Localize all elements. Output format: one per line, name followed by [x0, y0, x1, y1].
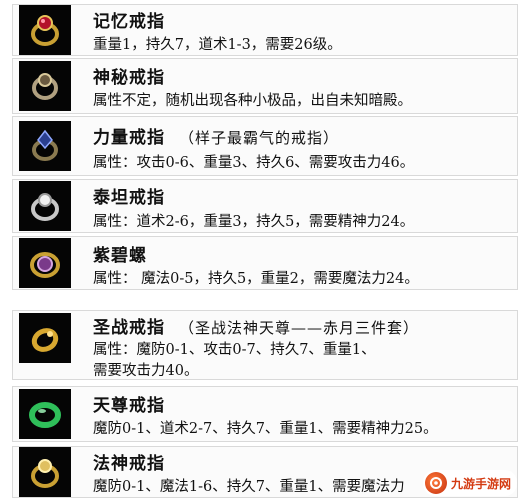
gold-ruby-ring-icon — [19, 5, 71, 55]
item-stats: 属性：攻击0-6、重量3、持久6、需要攻击力46。 — [93, 155, 415, 171]
titan-ring-icon — [19, 181, 71, 231]
watermark: 九游手游网 — [422, 470, 517, 496]
list-item: 天尊戒指 魔防0-1、道术2-7、持久7、重量1、需要精神力25。 — [12, 386, 518, 442]
list-item: 泰坦戒指 属性：道术2-6，重量3，持久5，需要精神力24。 — [12, 179, 518, 233]
item-title-text: 记忆戒指 — [93, 12, 165, 32]
item-stats-continued: 需要攻击力40。 — [93, 363, 199, 379]
item-note: （样子最霸气的戒指） — [179, 129, 340, 147]
item-stats: 魔防0-1、道术2-7、持久7、重量1、需要精神力25。 — [93, 421, 438, 437]
item-stats: 重量1，持久7，道术1-3，需要26级。 — [93, 37, 342, 53]
item-title-text: 天尊戒指 — [93, 396, 165, 416]
item-title: 神秘戒指 — [93, 63, 165, 88]
mage-god-ring-icon — [19, 447, 71, 497]
item-title-text: 泰坦戒指 — [93, 188, 165, 208]
list-item: 力量戒指 （样子最霸气的戒指） 属性：攻击0-6、重量3、持久6、需要攻击力46。 — [12, 116, 518, 176]
green-jade-ring-icon — [19, 389, 71, 439]
item-stats: 属性不定，随机出现各种小极品，出自未知暗殿。 — [93, 93, 412, 109]
ring-list-page: 记忆戒指 重量1，持久7，道术1-3，需要26级。 神秘戒指 属性不定，随机出现… — [0, 0, 525, 500]
item-stats: 属性：魔防0-1、攻击0-7、持久7、重量1、 — [93, 342, 376, 358]
item-title-text: 力量戒指 — [93, 128, 165, 148]
item-title: 记忆戒指 — [93, 7, 165, 32]
holy-war-ring-icon — [19, 313, 71, 363]
list-item: 神秘戒指 属性不定，随机出现各种小极品，出自未知暗殿。 — [12, 58, 518, 114]
item-stats: 属性：道术2-6，重量3，持久5，需要精神力24。 — [93, 214, 415, 230]
mystery-ring-icon — [19, 61, 71, 111]
item-title: 天尊戒指 — [93, 391, 165, 416]
list-item: 圣战戒指 （圣战法神天尊——赤月三件套） 属性：魔防0-1、攻击0-7、持久7、重… — [12, 310, 518, 380]
item-title-text: 紫碧螺 — [93, 246, 147, 266]
item-title-text: 法神戒指 — [93, 454, 165, 474]
item-note: （圣战法神天尊——赤月三件套） — [179, 319, 420, 337]
list-item: 记忆戒指 重量1，持久7，道术1-3，需要26级。 — [12, 4, 518, 56]
power-ring-icon — [19, 121, 71, 171]
watermark-text: 九游手游网 — [450, 476, 511, 491]
item-stats: 魔防0-1、魔法1-6、持久7、重量1、需要魔法力 — [93, 479, 405, 495]
item-stats: 属性： 魔法0-5，持久5，重量2，需要魔法力24。 — [93, 271, 419, 287]
site-logo-icon — [424, 472, 447, 494]
item-title: 紫碧螺 — [93, 241, 147, 266]
item-title: 力量戒指 （样子最霸气的戒指） — [93, 123, 339, 148]
item-title: 泰坦戒指 — [93, 183, 165, 208]
item-title-text: 圣战戒指 — [93, 318, 165, 338]
item-title: 圣战戒指 （圣战法神天尊——赤月三件套） — [93, 313, 419, 338]
item-title-text: 神秘戒指 — [93, 68, 165, 88]
item-title: 法神戒指 — [93, 449, 165, 474]
purple-jade-ring-icon — [19, 238, 71, 288]
list-item: 紫碧螺 属性： 魔法0-5，持久5，重量2，需要魔法力24。 — [12, 236, 518, 290]
